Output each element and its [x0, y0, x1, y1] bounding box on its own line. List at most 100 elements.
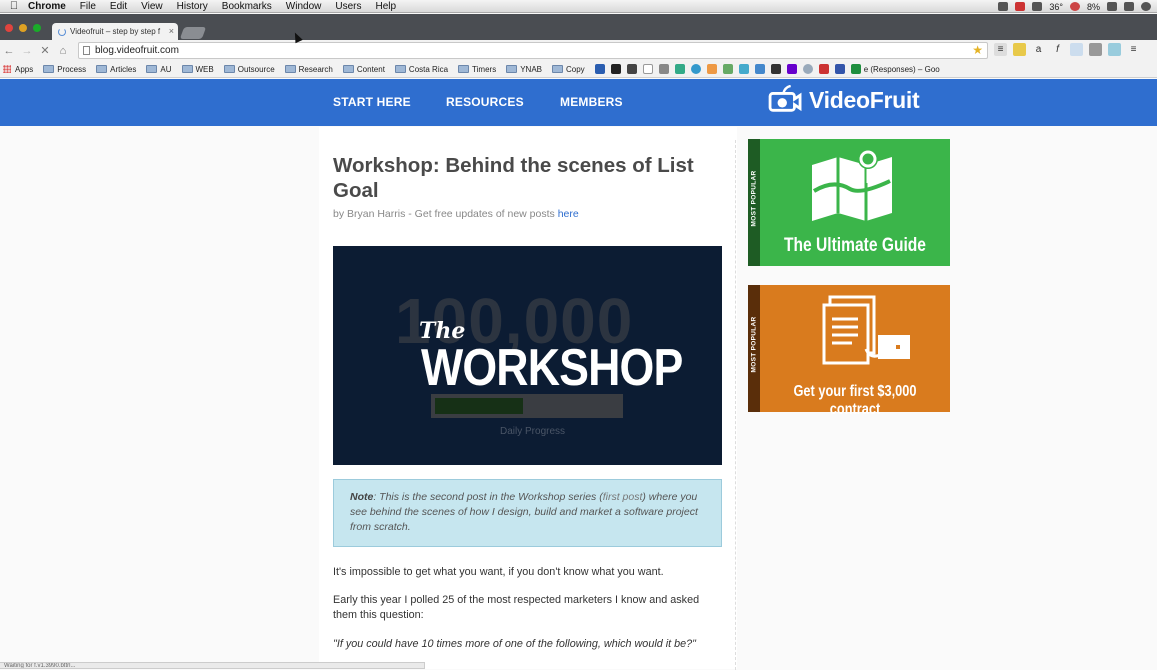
- home-icon[interactable]: ⌂: [54, 45, 72, 57]
- bookmark-sheet[interactable]: e (Responses) – Goo: [850, 64, 940, 74]
- drive-icon[interactable]: [1107, 2, 1117, 11]
- menu-bookmarks[interactable]: Bookmarks: [222, 1, 272, 12]
- folder-icon: [552, 65, 563, 73]
- browser-toolbar: ← → ✕ ⌂ blog.videofruit.com ★ ≡ a f ≡: [0, 40, 1157, 61]
- new-tab-button[interactable]: [179, 27, 207, 39]
- bookmark-favicon-icon[interactable]: [642, 64, 653, 74]
- stop-icon[interactable]: ✕: [36, 44, 54, 57]
- folder-icon: [506, 65, 518, 73]
- sync-icon[interactable]: [1032, 2, 1043, 11]
- bookmark-star-icon[interactable]: ★: [972, 43, 983, 57]
- folder-icon: [284, 65, 296, 73]
- drive-extension-icon[interactable]: [1108, 43, 1121, 56]
- menu-view[interactable]: View: [141, 1, 163, 12]
- bookmark-favicon-icon[interactable]: [706, 64, 717, 74]
- close-window-icon[interactable]: [5, 24, 13, 32]
- battery-status[interactable]: 8%: [1087, 2, 1100, 12]
- address-bar[interactable]: blog.videofruit.com ★: [78, 42, 988, 59]
- bookmark-folder[interactable]: AU: [146, 65, 172, 74]
- byline-text: by Bryan Harris - Get free updates of ne…: [333, 208, 558, 220]
- menu-help[interactable]: Help: [376, 1, 397, 12]
- site-header: START HERE RESOURCES MEMBERS VideoFruit: [0, 79, 1157, 126]
- first-post-link[interactable]: first post: [603, 491, 643, 503]
- post-title: Workshop: Behind the scenes of List Goal: [333, 154, 694, 202]
- bookmark-favicon-icon[interactable]: [754, 64, 765, 74]
- bookmark-favicon-icon[interactable]: [626, 64, 637, 74]
- menu-window[interactable]: Window: [286, 1, 322, 12]
- apps-grid-icon: [3, 65, 11, 73]
- bookmark-favicon-icon[interactable]: [770, 64, 781, 74]
- menu-app-name[interactable]: Chrome: [28, 1, 66, 12]
- menu-icon[interactable]: ≡: [1127, 43, 1140, 56]
- bookmark-label: WEB: [195, 64, 214, 74]
- nav-members[interactable]: MEMBERS: [560, 95, 623, 109]
- tab-close-icon[interactable]: ×: [169, 26, 174, 36]
- note-text: : This is the second post in the Worksho…: [373, 491, 603, 503]
- upload-icon[interactable]: [1124, 2, 1134, 11]
- bookmark-favicon-icon[interactable]: [738, 64, 749, 74]
- bookmark-label: Apps: [15, 64, 34, 74]
- bookmark-folder[interactable]: WEB: [181, 64, 214, 74]
- site-logo[interactable]: VideoFruit: [768, 85, 920, 115]
- videofruit-logo-icon: [768, 85, 802, 112]
- bookmark-folder[interactable]: Articles: [96, 65, 136, 74]
- bookmark-favicon-icon[interactable]: [802, 64, 813, 74]
- bookmark-favicon-icon[interactable]: [722, 64, 733, 74]
- map-pin-icon: [812, 149, 892, 221]
- folder-icon: [43, 65, 55, 73]
- bookmark-label: Content: [356, 64, 385, 74]
- back-icon[interactable]: ←: [0, 45, 18, 57]
- minimize-window-icon[interactable]: [19, 24, 27, 32]
- menu-users[interactable]: Users: [335, 1, 361, 12]
- buffer-icon[interactable]: ≡: [994, 43, 1007, 56]
- bookmark-favicon-icon[interactable]: [690, 64, 701, 74]
- bookmark-favicon-icon[interactable]: [594, 64, 605, 74]
- zoom-window-icon[interactable]: [33, 24, 41, 32]
- bookmark-favicon-icon[interactable]: [818, 64, 829, 74]
- calendar-icon[interactable]: [1013, 43, 1026, 56]
- post-paragraph: Early this year I polled 25 of the most …: [333, 594, 700, 621]
- byline-here-link[interactable]: here: [558, 208, 579, 220]
- post-quote: "If you could have 10 times more of one …: [333, 638, 696, 650]
- bookmark-folder[interactable]: Copy: [552, 65, 585, 74]
- extension-icon[interactable]: [1089, 43, 1102, 56]
- menu-edit[interactable]: Edit: [110, 1, 127, 12]
- eyedropper-icon[interactable]: [1070, 43, 1083, 56]
- bookmark-folder[interactable]: YNAB: [506, 65, 542, 74]
- bookmark-label: YNAB: [520, 64, 542, 74]
- bookmark-label: Timers: [472, 64, 497, 74]
- bookmark-favicon-icon[interactable]: [834, 64, 845, 74]
- menu-extra-icon[interactable]: [998, 2, 1009, 11]
- nav-start-here[interactable]: START HERE: [333, 95, 411, 109]
- bookmark-folder[interactable]: Content: [342, 64, 385, 74]
- bookmark-label: Outsource: [237, 64, 275, 74]
- bookmark-folder[interactable]: Costa Rica: [394, 64, 449, 74]
- weather-temperature[interactable]: 36°: [1049, 2, 1063, 12]
- function-icon[interactable]: f: [1051, 43, 1064, 56]
- pie-icon[interactable]: [1069, 2, 1080, 11]
- nav-resources[interactable]: RESOURCES: [446, 95, 524, 109]
- bookmark-label: Articles: [110, 64, 137, 74]
- clock-icon[interactable]: [1141, 2, 1151, 11]
- bookmark-favicon-icon[interactable]: [610, 64, 621, 74]
- folder-icon: [146, 65, 158, 73]
- browser-tab[interactable]: Videofruit – step by step f ×: [52, 23, 178, 40]
- bookmark-favicon-icon[interactable]: [658, 64, 669, 74]
- bookmark-apps[interactable]: Apps: [3, 65, 33, 74]
- ad-ultimate-guide[interactable]: MOST POPULAR The Ultimate Guide: [748, 139, 950, 266]
- bookmark-folder[interactable]: Outsource: [223, 64, 275, 74]
- camera-icon[interactable]: [1015, 2, 1026, 11]
- bookmark-favicon-icon[interactable]: [674, 64, 685, 74]
- menu-history[interactable]: History: [177, 1, 208, 12]
- folder-icon: [96, 65, 108, 73]
- bookmark-label: Costa Rica: [408, 64, 449, 74]
- bookmark-folder[interactable]: Process: [43, 65, 86, 74]
- apple-menu-icon[interactable]: : [0, 0, 28, 12]
- forward-icon[interactable]: →: [18, 45, 36, 57]
- bookmark-folder[interactable]: Research: [284, 65, 333, 74]
- bookmark-favicon-icon[interactable]: [786, 64, 797, 74]
- ad-first-contract[interactable]: MOST POPULAR Get your first $3,000 contr…: [748, 285, 950, 418]
- bookmark-folder[interactable]: Timers: [458, 65, 496, 74]
- menu-file[interactable]: File: [80, 1, 96, 12]
- amazon-icon[interactable]: a: [1032, 43, 1045, 56]
